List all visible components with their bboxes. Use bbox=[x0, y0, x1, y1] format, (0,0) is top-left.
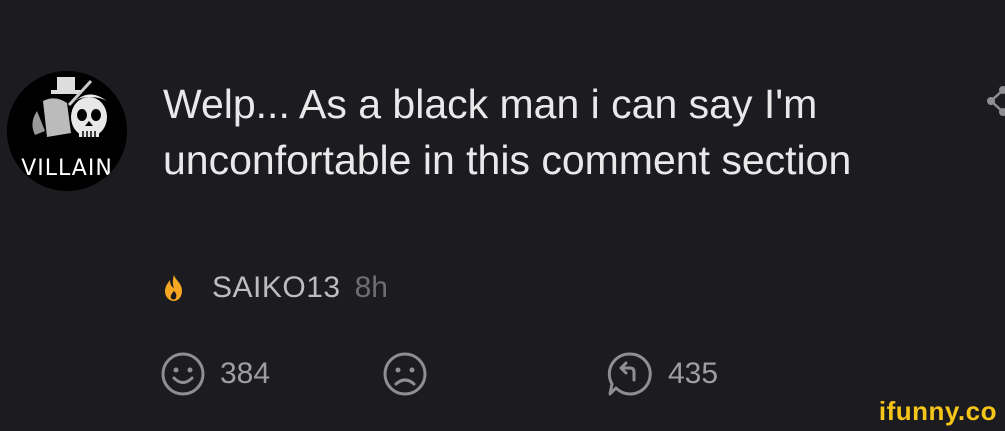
smile-icon bbox=[161, 352, 205, 396]
timestamp: 8h bbox=[354, 271, 388, 304]
avatar[interactable]: VILLAIN bbox=[7, 71, 127, 191]
comment-card: VILLAIN Welp... As a black man i can say… bbox=[0, 0, 1005, 431]
comment-text: Welp... As a black man i can say I'm unc… bbox=[163, 81, 852, 183]
villain-avatar-icon: VILLAIN bbox=[7, 71, 127, 191]
frown-icon bbox=[383, 352, 427, 396]
smile-button[interactable]: 384 bbox=[160, 350, 270, 398]
reply-button[interactable]: 435 bbox=[606, 350, 718, 398]
username[interactable]: SAIKO13 bbox=[212, 271, 341, 305]
reply-count: 435 bbox=[668, 357, 719, 390]
avatar-lettering: VILLAIN bbox=[21, 156, 113, 181]
comment-actions: 384 435 bbox=[160, 350, 780, 398]
ifunny-watermark: ifunny.co bbox=[878, 396, 997, 426]
smile-count: 384 bbox=[220, 357, 271, 390]
share-icon[interactable] bbox=[983, 84, 1005, 118]
unsmile-button[interactable] bbox=[382, 350, 442, 398]
reply-icon bbox=[607, 352, 652, 396]
comment-meta: SAIKO13 8h bbox=[160, 268, 388, 308]
fire-icon bbox=[165, 275, 182, 301]
